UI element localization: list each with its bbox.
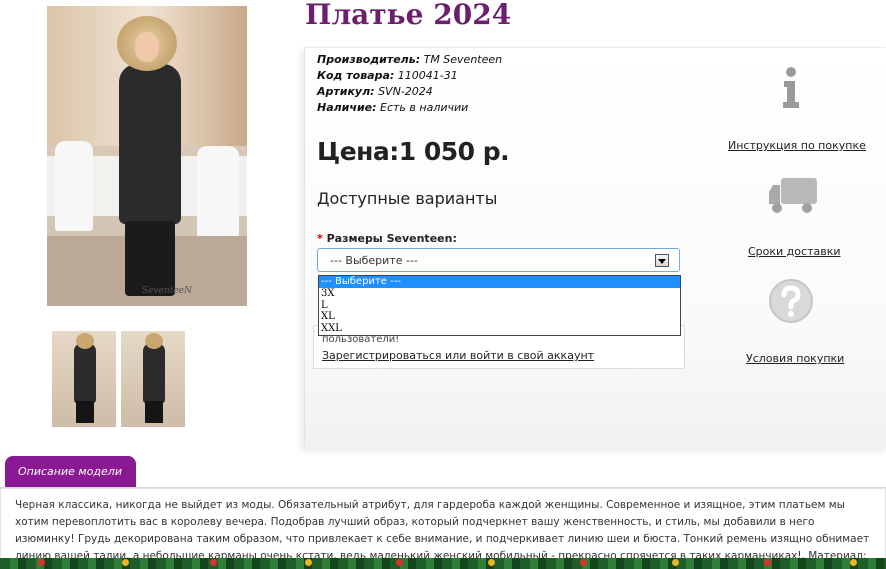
garland-ornament <box>850 559 857 566</box>
info-icon[interactable] <box>778 66 804 110</box>
size-option[interactable]: XL <box>319 311 680 323</box>
chevron-down-icon[interactable] <box>655 254 669 267</box>
question-icon[interactable] <box>768 278 814 324</box>
garland-ornament <box>305 559 312 566</box>
tab-description[interactable]: Описание модели <box>5 456 136 488</box>
size-select[interactable]: --- Выберите --- <box>317 248 680 272</box>
thumb-boots <box>145 401 163 423</box>
size-option[interactable]: 3X <box>319 288 680 300</box>
spec-value: 110041-31 <box>397 69 458 82</box>
garland-ornament <box>396 559 403 566</box>
size-dropdown-list: --- Выберите --- 3X L XL XXL <box>318 275 681 336</box>
garland-ornament <box>210 559 217 566</box>
spec-code: Код товара: 110041-31 <box>317 69 458 82</box>
photo-chair <box>197 146 239 241</box>
spec-label: Артикул: <box>317 85 375 98</box>
spec-label: Производитель: <box>317 53 421 66</box>
garland-ornament <box>580 559 587 566</box>
truck-icon[interactable] <box>767 176 819 216</box>
size-label-text: Размеры Seventeen: <box>326 232 457 245</box>
garland-ornament <box>488 559 495 566</box>
size-label: * Размеры Seventeen: <box>317 232 457 245</box>
photo-chair <box>55 141 93 231</box>
photo-boots <box>125 221 175 296</box>
thumb-boots <box>76 401 94 423</box>
spec-manufacturer: Производитель: TM Seventeen <box>317 53 502 66</box>
garland-ornament <box>122 559 129 566</box>
thumb-hair <box>76 333 94 349</box>
register-login-link[interactable]: Зарегистрироваться или войти в свой акка… <box>322 349 594 362</box>
photo-dress <box>119 64 181 224</box>
garland-ornament <box>38 559 45 566</box>
product-main-photo[interactable]: SeventeeN <box>47 6 247 306</box>
photo-signature: SeventeeN <box>142 286 192 296</box>
spec-value: Есть в наличии <box>380 101 469 114</box>
spec-label: Наличие: <box>317 101 377 114</box>
christmas-garland <box>0 558 886 569</box>
size-option[interactable]: L <box>319 300 680 312</box>
thumb-hair <box>145 333 163 349</box>
product-description: Черная классика, никогда не выйдет из мо… <box>0 488 886 569</box>
product-thumbnail[interactable] <box>121 331 185 427</box>
size-option[interactable]: XXL <box>319 323 680 335</box>
thumb-dress <box>74 343 96 403</box>
size-option[interactable]: --- Выберите --- <box>319 276 680 288</box>
terms-link[interactable]: Условия покупки <box>746 352 844 365</box>
size-select-value: --- Выберите --- <box>330 254 418 267</box>
product-title: Платье 2024 <box>305 0 512 31</box>
spec-value: TM Seventeen <box>423 53 503 66</box>
product-thumbnail[interactable] <box>52 331 116 427</box>
delivery-link[interactable]: Сроки доставки <box>748 245 841 258</box>
variants-heading: Доступные варианты <box>317 189 498 208</box>
spec-label: Код товара: <box>317 69 395 82</box>
product-price: Цена:1 050 р. <box>317 137 510 166</box>
thumb-dress <box>143 343 165 403</box>
spec-sku: Артикул: SVN-2024 <box>317 85 433 98</box>
spec-availability: Наличие: Есть в наличии <box>317 101 468 114</box>
photo-face <box>135 32 159 62</box>
spec-value: SVN-2024 <box>378 85 433 98</box>
garland-ornament <box>764 559 771 566</box>
garland-ornament <box>672 559 679 566</box>
required-mark: * <box>317 232 323 245</box>
instruction-link[interactable]: Инструкция по покупке <box>728 139 866 152</box>
